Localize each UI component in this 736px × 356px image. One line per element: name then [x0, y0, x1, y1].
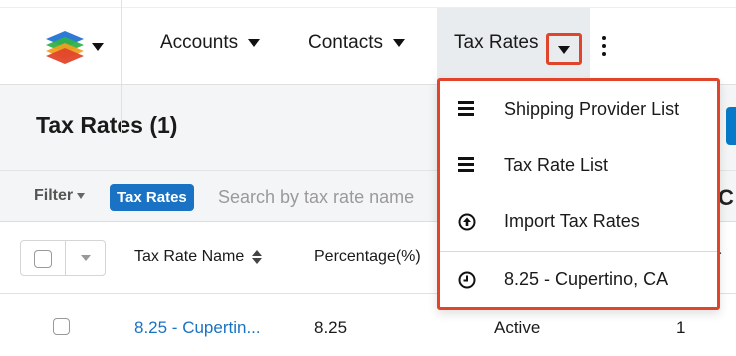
nav-tab-tax-rates[interactable]: Tax Rates [454, 32, 538, 54]
tax-rate-name-link[interactable]: 8.25 - Cupertin... [134, 318, 261, 338]
app-logo-icon[interactable] [42, 25, 88, 65]
column-header-tax-rate-name[interactable]: Tax Rate Name [134, 248, 263, 266]
top-navbar: Accounts Contacts Tax Rates [0, 8, 736, 84]
menu-item-label: Tax Rate List [504, 155, 609, 175]
menu-item-recent-record[interactable]: 8.25 - Cupertino, CA [440, 253, 717, 309]
select-all-checkbox[interactable] [34, 250, 52, 268]
chevron-down-icon [558, 46, 570, 54]
column-divider [121, 0, 122, 134]
nav-tab-label: Accounts [160, 32, 239, 53]
module-filter-pill[interactable]: Tax Rates [110, 184, 194, 211]
menu-item-tax-rate-list[interactable]: Tax Rate List [440, 139, 717, 195]
logo-menu-caret-icon[interactable] [92, 43, 104, 51]
nav-tab-label: Contacts [308, 32, 383, 53]
page-title: Tax Rates (1) [36, 112, 178, 138]
menu-item-import-tax-rates[interactable]: Import Tax Rates [440, 195, 717, 251]
list-icon [458, 101, 476, 119]
menu-item-label: Import Tax Rates [504, 211, 640, 231]
divider [65, 241, 66, 275]
more-modules-kebab-icon[interactable] [600, 36, 608, 58]
nav-tab-contacts[interactable]: Contacts [308, 32, 405, 54]
top-strip [0, 0, 736, 8]
select-options-caret-icon[interactable] [81, 255, 91, 261]
menu-divider [440, 251, 717, 252]
list-icon [458, 157, 476, 175]
menu-item-shipping-provider-list[interactable]: Shipping Provider List [440, 83, 717, 139]
chevron-down-icon [77, 192, 86, 199]
sort-icon[interactable] [252, 249, 263, 264]
chevron-down-icon[interactable] [248, 38, 261, 47]
status-cell: Active [494, 318, 541, 337]
tax-rates-menu-toggle-button[interactable] [546, 33, 582, 65]
search-input[interactable] [218, 183, 438, 211]
upload-circle-icon [458, 213, 476, 231]
filter-label: Filter [34, 187, 74, 204]
row-checkbox[interactable] [53, 318, 70, 335]
column-header-percentage[interactable]: Percentage(%) [314, 248, 421, 266]
extra-cell: 1 [676, 318, 686, 337]
refresh-icon[interactable]: C [718, 185, 734, 211]
tax-rates-dropdown-menu: Shipping Provider List Tax Rate List Imp… [437, 78, 720, 310]
menu-item-label: Shipping Provider List [504, 99, 680, 119]
percentage-cell: 8.25 [314, 318, 348, 337]
select-all-control[interactable] [20, 240, 106, 276]
clock-icon [458, 271, 476, 289]
menu-item-label: 8.25 - Cupertino, CA [504, 269, 669, 289]
nav-tab-accounts[interactable]: Accounts [160, 32, 261, 54]
column-header-label: Tax Rate Name [134, 248, 245, 265]
chevron-down-icon[interactable] [392, 38, 405, 47]
create-button[interactable] [726, 107, 736, 145]
filter-dropdown[interactable]: Filter [34, 187, 86, 205]
